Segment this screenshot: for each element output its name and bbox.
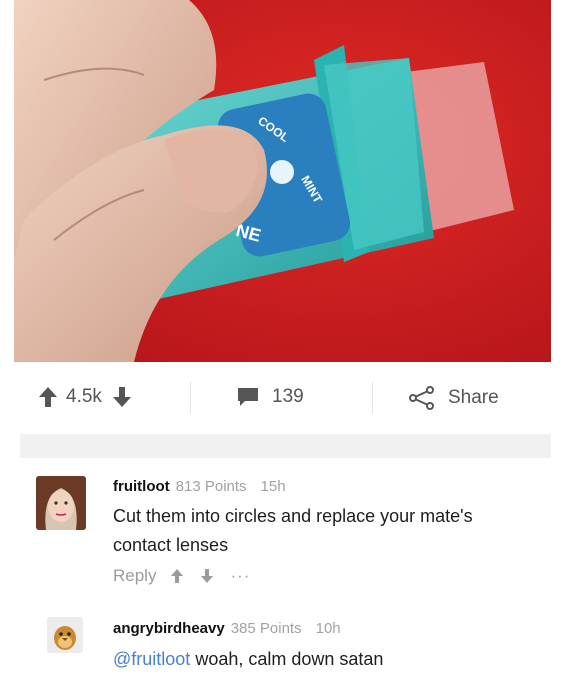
comment-count: 139 <box>272 386 304 407</box>
comment-text: Cut them into circles and replace your m… <box>113 506 473 555</box>
timestamp: 10h <box>315 620 341 637</box>
downvote-arrow-icon[interactable] <box>112 386 132 408</box>
snowflake-icon <box>270 160 294 184</box>
share-button[interactable]: Share <box>408 386 499 410</box>
divider <box>190 382 191 414</box>
comments-button[interactable]: 139 <box>236 386 304 408</box>
avatar[interactable] <box>36 476 86 530</box>
points: 813 Points <box>175 478 247 495</box>
post-image-graphic: COOL MINT NE <box>14 0 551 362</box>
section-divider <box>20 434 551 458</box>
username[interactable]: angrybirdheavy <box>113 620 225 637</box>
comment-bubble-icon <box>238 388 258 406</box>
post-score: 4.5k <box>66 386 102 407</box>
points: 385 Points <box>230 620 302 637</box>
avatar[interactable] <box>47 617 83 653</box>
mention-link[interactable]: @fruitloot <box>113 649 190 669</box>
comment-text: @fruitloot woah, calm down satan <box>113 646 543 672</box>
username[interactable]: fruitloot <box>113 478 170 495</box>
more-options-icon[interactable]: ··· <box>230 566 250 586</box>
upvote-arrow-icon[interactable] <box>38 386 58 408</box>
comment-actions: Reply ··· <box>113 566 250 586</box>
comment-meta: fruitloot 813 Points 15h <box>113 478 286 495</box>
reply-button[interactable]: Reply <box>113 566 156 586</box>
post-image[interactable]: COOL MINT NE <box>14 0 551 362</box>
vote-control: 4.5k <box>38 386 132 408</box>
share-label: Share <box>448 387 499 408</box>
divider <box>372 382 373 414</box>
timestamp: 15h <box>260 478 286 495</box>
comment-meta: angrybirdheavy 385 Points 10h <box>113 620 341 637</box>
downvote-arrow-icon[interactable] <box>200 568 214 584</box>
upvote-arrow-icon[interactable] <box>170 568 184 584</box>
share-icon <box>409 386 434 410</box>
post-actions-bar: 4.5k 139 Share <box>0 362 565 434</box>
comment-body: woah, calm down satan <box>190 649 384 669</box>
